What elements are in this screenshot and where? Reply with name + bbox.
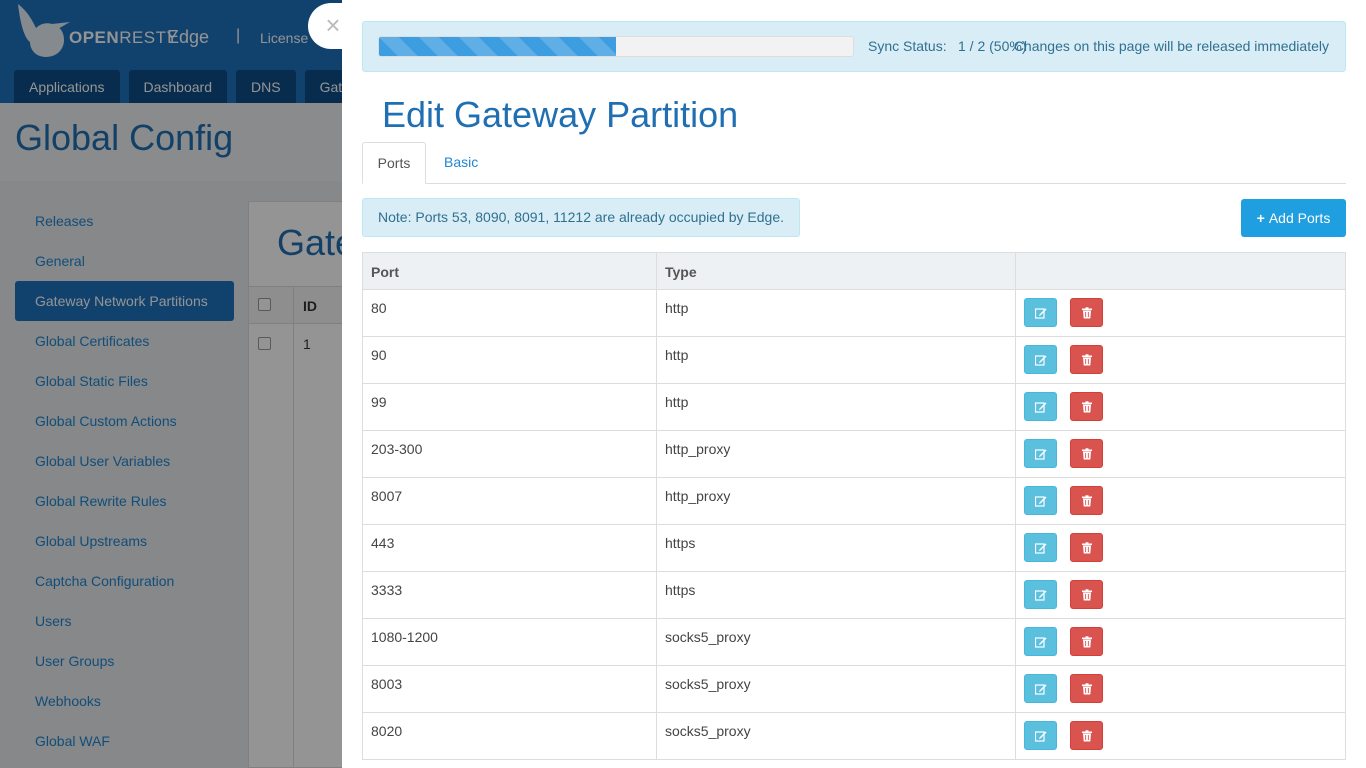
trash-icon	[1082, 636, 1092, 648]
column-header-port: Port	[371, 264, 399, 280]
edit-button[interactable]	[1024, 439, 1057, 468]
delete-button[interactable]	[1070, 627, 1103, 656]
sync-progress-bar	[378, 36, 854, 57]
port-cell: 443	[371, 535, 395, 551]
trash-icon	[1082, 495, 1092, 507]
type-cell: http	[665, 394, 689, 410]
type-cell: http_proxy	[665, 488, 731, 504]
ports-table-header: Port Type	[362, 252, 1346, 290]
edit-icon	[1035, 355, 1047, 366]
delete-button[interactable]	[1070, 533, 1103, 562]
sync-progress-fill	[379, 37, 616, 56]
port-cell: 8007	[371, 488, 403, 504]
sync-status-label: Sync Status:	[868, 38, 947, 54]
edit-partition-drawer: Sync Status: 1 / 2 (50%) Changes on this…	[342, 0, 1366, 768]
column-header-actions	[1016, 253, 1345, 289]
delete-button[interactable]	[1070, 580, 1103, 609]
table-row: 8003 socks5_proxy	[362, 666, 1346, 713]
tab-ports[interactable]: Ports	[362, 142, 426, 184]
edit-button[interactable]	[1024, 674, 1057, 703]
drawer-title: Edit Gateway Partition	[382, 94, 739, 135]
type-cell: http	[665, 300, 689, 316]
port-cell: 203-300	[371, 441, 423, 457]
port-cell: 3333	[371, 582, 403, 598]
trash-icon	[1082, 401, 1092, 413]
delete-button[interactable]	[1070, 721, 1103, 750]
edit-icon	[1035, 590, 1047, 601]
release-note: Changes on this page will be released im…	[1013, 38, 1329, 54]
type-cell: socks5_proxy	[665, 723, 751, 739]
occupied-ports-note: Note: Ports 53, 8090, 8091, 11212 are al…	[362, 198, 800, 237]
edit-button[interactable]	[1024, 627, 1057, 656]
edit-icon	[1035, 449, 1047, 460]
type-cell: http	[665, 347, 689, 363]
edit-button[interactable]	[1024, 580, 1057, 609]
trash-icon	[1082, 542, 1092, 554]
type-cell: https	[665, 535, 696, 551]
port-cell: 80	[371, 300, 387, 316]
edit-icon	[1035, 543, 1047, 554]
trash-icon	[1082, 307, 1092, 319]
ports-table-body: 80 http 90 http 99 http 203-300 http_pro…	[362, 290, 1346, 760]
edit-icon	[1035, 308, 1047, 319]
table-row: 1080-1200 socks5_proxy	[362, 619, 1346, 666]
ports-table: Port Type 80 http 90 http 99 http 203-30…	[362, 252, 1346, 760]
tab-basic[interactable]: Basic	[430, 142, 492, 184]
delete-button[interactable]	[1070, 674, 1103, 703]
drawer-tabs: Ports Basic	[362, 142, 1346, 184]
table-row: 203-300 http_proxy	[362, 431, 1346, 478]
edit-button[interactable]	[1024, 721, 1057, 750]
port-cell: 1080-1200	[371, 629, 438, 645]
trash-icon	[1082, 448, 1092, 460]
sync-status-bar: Sync Status: 1 / 2 (50%) Changes on this…	[362, 21, 1346, 72]
table-row: 8007 http_proxy	[362, 478, 1346, 525]
table-row: 99 http	[362, 384, 1346, 431]
edit-icon	[1035, 731, 1047, 742]
port-cell: 99	[371, 394, 387, 410]
delete-button[interactable]	[1070, 298, 1103, 327]
port-cell: 90	[371, 347, 387, 363]
add-ports-label: Add Ports	[1268, 210, 1331, 226]
column-header-type: Type	[665, 264, 697, 280]
edit-icon	[1035, 637, 1047, 648]
delete-button[interactable]	[1070, 345, 1103, 374]
edit-button[interactable]	[1024, 533, 1057, 562]
table-row: 3333 https	[362, 572, 1346, 619]
delete-button[interactable]	[1070, 392, 1103, 421]
trash-icon	[1082, 589, 1092, 601]
port-cell: 8020	[371, 723, 403, 739]
plus-icon: +	[1256, 210, 1265, 226]
edit-icon	[1035, 402, 1047, 413]
type-cell: socks5_proxy	[665, 676, 751, 692]
table-row: 443 https	[362, 525, 1346, 572]
edit-button[interactable]	[1024, 392, 1057, 421]
add-ports-button[interactable]: + Add Ports	[1241, 199, 1346, 237]
table-row: 8020 socks5_proxy	[362, 713, 1346, 760]
table-row: 90 http	[362, 337, 1346, 384]
trash-icon	[1082, 683, 1092, 695]
type-cell: http_proxy	[665, 441, 731, 457]
table-row: 80 http	[362, 290, 1346, 337]
trash-icon	[1082, 354, 1092, 366]
edit-icon	[1035, 684, 1047, 695]
type-cell: https	[665, 582, 696, 598]
edit-icon	[1035, 496, 1047, 507]
delete-button[interactable]	[1070, 486, 1103, 515]
trash-icon	[1082, 730, 1092, 742]
port-cell: 8003	[371, 676, 403, 692]
close-icon: ×	[325, 10, 341, 40]
edit-button[interactable]	[1024, 486, 1057, 515]
edit-button[interactable]	[1024, 345, 1057, 374]
edit-button[interactable]	[1024, 298, 1057, 327]
delete-button[interactable]	[1070, 439, 1103, 468]
type-cell: socks5_proxy	[665, 629, 751, 645]
